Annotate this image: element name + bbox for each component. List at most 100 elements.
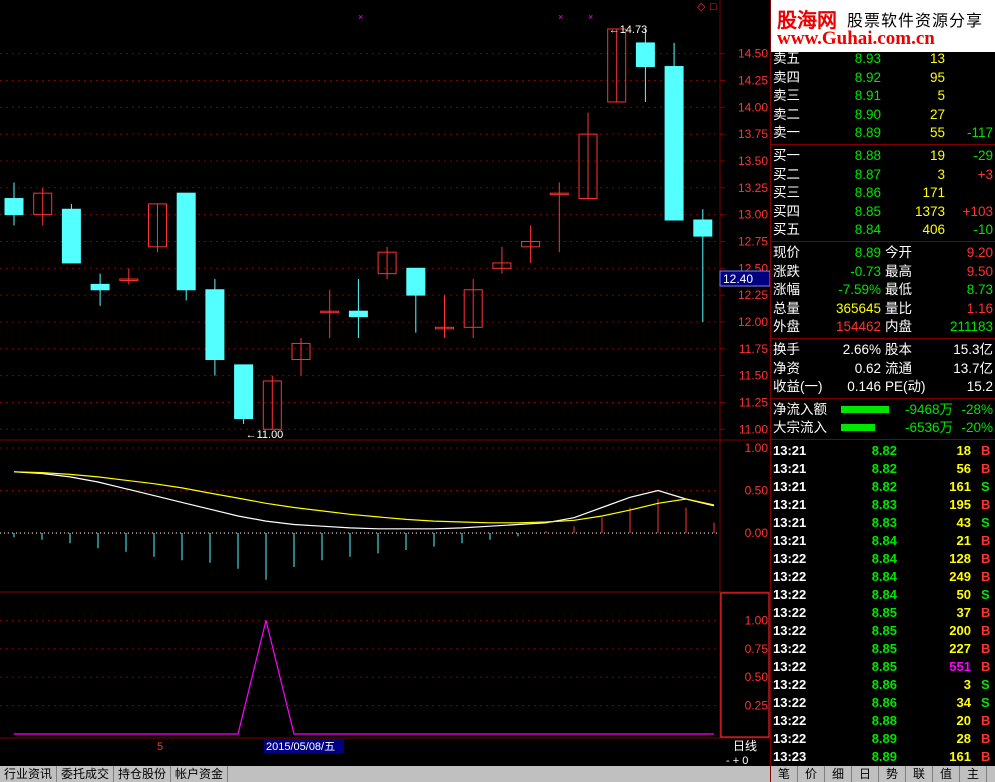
price-axis-label: 14.50 xyxy=(738,47,768,61)
bid-label: 买四 xyxy=(773,203,800,219)
tick-price: 8.82 xyxy=(871,461,897,476)
tab-industry-news[interactable]: 行业资讯 xyxy=(0,766,58,782)
tick-price: 8.83 xyxy=(871,497,897,512)
bid-volume: 19 xyxy=(929,148,945,163)
stats-flow-separator xyxy=(771,397,995,399)
tick-row: 13:21 8.82 18 B xyxy=(771,442,995,460)
tick-time: 13:21 xyxy=(773,461,807,476)
stats-value: 0.146 xyxy=(847,379,881,395)
right-tab-2[interactable]: 细 xyxy=(825,766,852,782)
ask-volume: 5 xyxy=(937,88,945,104)
ask-row: 卖二 8.90 27 xyxy=(771,106,995,124)
chart-svg[interactable]: 14.50 14.25 14.00 13.75 13.50 13.25 13.00 12.75… xyxy=(0,0,771,782)
tick-row: 13:22 8.85 551 B xyxy=(771,658,995,676)
bid-change: -29 xyxy=(973,148,993,163)
ask-bid-separator xyxy=(771,144,995,145)
date-cursor-label: 2015/05/08/五 xyxy=(266,741,335,753)
ask-row: 卖一 8.89 55 -117 xyxy=(771,124,995,142)
tick-time: 13:21 xyxy=(773,497,807,512)
stats-label-2: 流通 xyxy=(885,360,912,376)
candle-body xyxy=(4,198,24,216)
tab-account-funds[interactable]: 帐户资金 xyxy=(171,766,229,782)
right-tab-6[interactable]: 值 xyxy=(933,766,960,782)
price-axis-label: 11.00 xyxy=(739,422,768,436)
right-tab-3[interactable]: 日 xyxy=(852,766,879,782)
ask-change: -117 xyxy=(966,125,993,141)
tick-side: B xyxy=(981,461,991,476)
ask-row: 卖五 8.93 13 xyxy=(771,50,995,68)
quote-row: 总量 365645 量比 1.16 xyxy=(771,300,995,318)
price-axis-label: 13.50 xyxy=(738,154,768,168)
quote-value: 8.89 xyxy=(854,245,881,260)
candle-body xyxy=(61,208,81,264)
candle-body xyxy=(693,219,713,237)
quote-label-2: 最高 xyxy=(885,263,912,279)
tick-row: 13:21 8.82 56 B xyxy=(771,460,995,478)
tab-positions[interactable]: 持仓股份 xyxy=(114,766,172,782)
bid-price: 8.85 xyxy=(854,203,881,219)
tick-time: 13:21 xyxy=(773,443,807,458)
flow-ticks-separator xyxy=(771,439,995,440)
flow-value: -9468万 xyxy=(904,401,953,417)
tick-row: 13:22 8.84 50 S xyxy=(771,586,995,604)
quote-value-2: 9.50 xyxy=(966,263,993,279)
macd-axis-label: 0.50 xyxy=(745,484,769,498)
tick-time: 13:22 xyxy=(773,569,807,584)
tick-row: 13:21 8.83 43 S xyxy=(771,514,995,532)
tick-time: 13:22 xyxy=(773,551,807,566)
ask-label: 卖一 xyxy=(773,125,800,141)
price-axis-label: 12.25 xyxy=(738,288,768,302)
stats-value: 2.66% xyxy=(842,342,881,357)
tick-row: 13:22 8.84 128 B xyxy=(771,550,995,568)
tick-time: 13:22 xyxy=(773,605,807,620)
quote-value: -7.59% xyxy=(838,282,881,298)
tab-order-filled[interactable]: 委托成交 xyxy=(57,766,115,782)
bid-price: 8.84 xyxy=(854,222,881,238)
flow-pct: -20% xyxy=(961,420,993,436)
tick-side: B xyxy=(981,713,991,728)
kline-chart-area[interactable]: 14.50 14.25 14.00 13.75 13.50 13.25 13.00 12.75… xyxy=(0,0,771,782)
flow-row: 大宗流入 -6536万 -20% xyxy=(771,419,995,437)
price-axis-label: 13.25 xyxy=(738,181,768,195)
banner-url: www.Guhai.com.cn xyxy=(777,28,935,49)
right-tab-4[interactable]: 势 xyxy=(879,766,906,782)
tick-row: 13:23 8.89 161 B xyxy=(771,748,995,766)
candle-body xyxy=(406,267,426,296)
stats-value-2: 15.2 xyxy=(966,379,993,395)
quote-label: 涨跌 xyxy=(773,263,800,279)
tick-volume: 37 xyxy=(956,605,971,620)
right-tab-0[interactable]: 笔 xyxy=(771,766,798,782)
bid-volume: 1373 xyxy=(914,203,945,219)
tick-side: S xyxy=(981,677,990,692)
quote-panel: 股海网 股票软件资源分享 www.Guhai.com.cn 卖五 8.93 13 卖四… xyxy=(770,0,995,782)
stats-label: 净资 xyxy=(773,360,800,376)
site-banner: 股海网 股票软件资源分享 www.Guhai.com.cn xyxy=(771,0,995,52)
stats-value: 0.62 xyxy=(854,360,881,376)
quote-row: 外盘 154462 内盘 211183 xyxy=(771,318,995,336)
right-tab-7[interactable]: 主 xyxy=(960,766,987,782)
price-axis-label: 12.00 xyxy=(738,315,768,329)
tick-price: 8.84 xyxy=(871,533,897,548)
tick-time: 13:21 xyxy=(773,533,807,548)
period-label: 日线 xyxy=(733,739,757,753)
bid-price: 8.86 xyxy=(854,185,881,201)
tick-side: B xyxy=(981,605,991,620)
bid-price: 8.87 xyxy=(854,166,881,182)
stats-label-2: PE(动) xyxy=(885,379,926,395)
right-tab-5[interactable]: 联 xyxy=(906,766,933,782)
price-axis-label: 11.50 xyxy=(739,369,768,383)
macd-dif-line xyxy=(13,471,715,530)
tick-row: 13:21 8.83 195 B xyxy=(771,496,995,514)
tick-price: 8.85 xyxy=(871,641,897,656)
tick-volume: 161 xyxy=(949,479,971,494)
tick-row: 13:21 8.84 21 B xyxy=(771,532,995,550)
flow-row: 净流入额 -9468万 -28% xyxy=(771,401,995,419)
macd-axis-label: 0.00 xyxy=(745,526,769,540)
candle-body xyxy=(635,42,655,68)
candle-body xyxy=(176,192,196,291)
tick-volume: 18 xyxy=(956,443,971,458)
ask-volume: 55 xyxy=(929,125,945,141)
right-tab-1[interactable]: 价 xyxy=(798,766,825,782)
tick-side: S xyxy=(981,515,990,530)
bid-price: 8.88 xyxy=(854,148,881,163)
